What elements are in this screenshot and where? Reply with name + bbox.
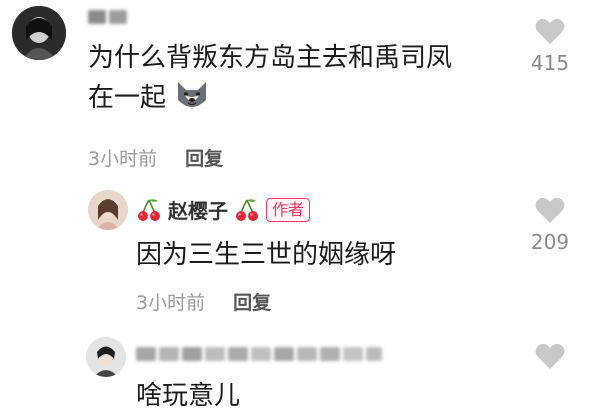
like-button[interactable]: 415 — [520, 18, 580, 75]
comment-text-line: 在一起 — [88, 78, 452, 118]
reply-button[interactable]: 回复 — [185, 144, 223, 171]
comment-meta: 3小时前 回复 — [88, 144, 223, 171]
avatar[interactable] — [12, 6, 66, 60]
comment-text-fragment: 在一起 — [88, 83, 167, 113]
cherry-icon — [234, 197, 260, 223]
comment-text: 因为三生三世的姻缘呀 — [136, 240, 397, 270]
avatar[interactable] — [88, 190, 128, 230]
blurred-username[interactable] — [88, 10, 127, 24]
like-button[interactable]: 209 — [520, 197, 580, 254]
cherry-icon — [136, 197, 162, 223]
author-row: 赵樱子 作者 — [136, 195, 311, 224]
husky-dog-emoji-icon — [174, 82, 210, 113]
heart-icon[interactable] — [535, 197, 565, 224]
comment-meta: 3小时前 回复 — [136, 288, 271, 315]
author-badge: 作者 — [266, 197, 311, 222]
timestamp: 3小时前 — [88, 148, 158, 170]
like-count: 415 — [530, 51, 570, 75]
timestamp: 3小时前 — [136, 292, 206, 314]
heart-icon[interactable] — [535, 18, 565, 45]
heart-icon[interactable] — [535, 343, 565, 370]
blurred-username[interactable] — [136, 347, 382, 361]
avatar[interactable] — [86, 337, 126, 377]
reply-button[interactable]: 回复 — [233, 288, 271, 315]
like-button[interactable] — [520, 343, 580, 370]
like-count: 209 — [530, 230, 570, 254]
comment-item: 赵樱子 作者 因为三生三世的姻缘呀 3小时前 回复 209 — [0, 185, 590, 325]
comment-text: 为什么背叛东方岛主去和禹司凤 在一起 — [88, 38, 452, 118]
comment-item: 啥玩意儿 — [0, 325, 590, 416]
comment-item: 为什么背叛东方岛主去和禹司凤 在一起 3小时前 回复 415 — [0, 0, 590, 185]
author-name[interactable]: 赵樱子 — [168, 195, 228, 224]
comment-text-line: 为什么背叛东方岛主去和禹司凤 — [88, 43, 453, 73]
comment-text: 啥玩意儿 — [136, 381, 241, 411]
